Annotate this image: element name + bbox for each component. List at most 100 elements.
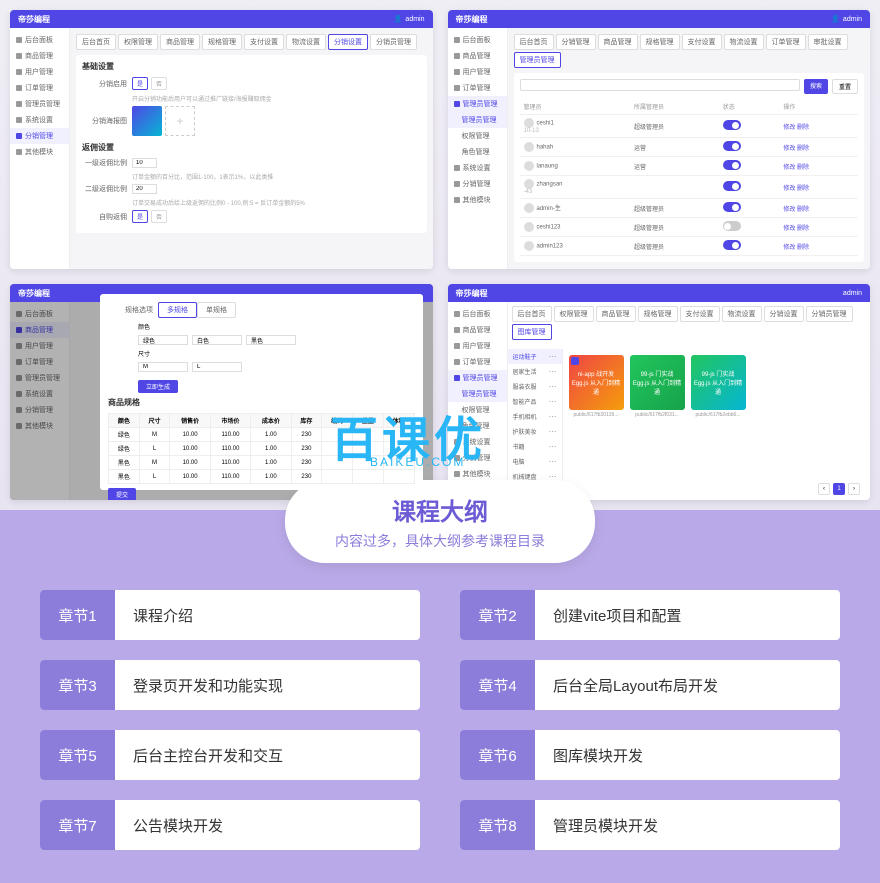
edit-icon[interactable]: ⋯ (549, 457, 557, 466)
category-item[interactable]: 电脑⋯ (508, 454, 562, 469)
delete-link[interactable]: 删除 (797, 165, 809, 171)
status-toggle[interactable] (723, 221, 741, 231)
sidebar-item[interactable]: 订单管理 (10, 354, 69, 370)
ratio-input[interactable] (132, 184, 157, 194)
page-next[interactable]: › (848, 483, 860, 495)
page-1[interactable]: 1 (833, 483, 845, 495)
sidebar-item[interactable]: 后台面板 (10, 32, 69, 48)
sidebar-item[interactable]: 管理员管理 (448, 370, 507, 386)
nav-tab[interactable]: 分销员管理 (806, 306, 853, 322)
edit-icon[interactable]: ⋯ (549, 352, 557, 361)
nav-tab[interactable]: 分销员管理 (370, 34, 417, 50)
tab-multi[interactable]: 多规格 (158, 302, 197, 318)
sidebar-item[interactable]: 系统设置 (10, 112, 69, 128)
delete-link[interactable]: 删除 (797, 245, 809, 251)
color-input[interactable] (246, 335, 296, 345)
size-input[interactable] (192, 362, 242, 372)
sidebar-item[interactable]: 系统设置 (10, 386, 69, 402)
nav-tab[interactable]: 规格管理 (640, 34, 680, 50)
nav-tab[interactable]: 审批设置 (808, 34, 848, 50)
sidebar-item[interactable]: 管理员管理 (10, 370, 69, 386)
sidebar-subitem[interactable]: 角色管理 (448, 144, 507, 160)
gallery-image[interactable]: ni-app 战开发Egg.js 从入门到精通 (569, 355, 624, 410)
status-toggle[interactable] (723, 120, 741, 130)
edit-icon[interactable]: ⋯ (549, 442, 557, 451)
category-item[interactable]: 居家生活⋯ (508, 364, 562, 379)
color-input[interactable] (192, 335, 242, 345)
nav-tab[interactable]: 商品管理 (596, 306, 636, 322)
nav-tab[interactable]: 管理员管理 (514, 52, 561, 68)
sidebar-item[interactable]: 订单管理 (10, 80, 69, 96)
gallery-item[interactable]: 99-js 门实战Egg.js 从入门到精通public/617fb2f031.… (630, 355, 685, 418)
status-toggle[interactable] (723, 202, 741, 212)
user-menu[interactable]: admin (843, 290, 862, 297)
status-toggle[interactable] (723, 141, 741, 151)
sidebar-item[interactable]: 后台面板 (10, 306, 69, 322)
sidebar-item[interactable]: 后台面板 (448, 306, 507, 322)
nav-tab[interactable]: 商品管理 (160, 34, 200, 50)
color-input[interactable] (138, 335, 188, 345)
radio-on[interactable]: 是 (132, 210, 148, 223)
sidebar-item[interactable]: 其他模块 (10, 144, 69, 160)
tab-single[interactable]: 单规格 (197, 302, 236, 318)
category-item[interactable]: 书籍⋯ (508, 439, 562, 454)
status-toggle[interactable] (723, 160, 741, 170)
nav-tab[interactable]: 规格管理 (638, 306, 678, 322)
nav-tab[interactable]: 物流设置 (286, 34, 326, 50)
category-item[interactable]: 运动鞋子⋯ (508, 349, 562, 364)
nav-tab[interactable]: 物流设置 (722, 306, 762, 322)
page-prev[interactable]: ‹ (818, 483, 830, 495)
nav-tab[interactable]: 分销设置 (764, 306, 804, 322)
category-item[interactable]: 服装衣服⋯ (508, 379, 562, 394)
sidebar-item[interactable]: 系统设置 (448, 434, 507, 450)
sidebar-item[interactable]: 分销管理 (448, 450, 507, 466)
sidebar-item[interactable]: 用户管理 (10, 64, 69, 80)
sidebar-item[interactable]: 用户管理 (10, 338, 69, 354)
nav-tab[interactable]: 订单管理 (766, 34, 806, 50)
sidebar-item[interactable]: 管理员管理 (448, 96, 507, 112)
nav-tab[interactable]: 支付设置 (680, 306, 720, 322)
delete-link[interactable]: 删除 (797, 125, 809, 131)
radio-on[interactable]: 是 (132, 77, 148, 90)
sidebar-item[interactable]: 分销管理 (448, 176, 507, 192)
sidebar-subitem[interactable]: 权限管理 (448, 128, 507, 144)
nav-tab[interactable]: 后台首页 (76, 34, 116, 50)
nav-tab[interactable]: 权限管理 (554, 306, 594, 322)
add-image-button[interactable]: + (165, 106, 195, 136)
edit-icon[interactable]: ⋯ (549, 397, 557, 406)
sidebar-item[interactable]: 订单管理 (448, 354, 507, 370)
status-toggle[interactable] (723, 240, 741, 250)
sidebar-item[interactable]: 用户管理 (448, 64, 507, 80)
sidebar-item[interactable]: 商品管理 (10, 322, 69, 338)
nav-tab[interactable]: 分销设置 (328, 34, 368, 50)
sidebar-item[interactable]: 其他模块 (448, 192, 507, 208)
radio-off[interactable]: 否 (151, 77, 167, 90)
nav-tab[interactable]: 物流设置 (724, 34, 764, 50)
gallery-item[interactable]: 99-js 门实战Egg.js 从入门到精通public/617fb2ebb6.… (691, 355, 746, 418)
submit-button[interactable]: 提交 (108, 488, 136, 500)
search-input[interactable] (520, 79, 800, 91)
chapter-item[interactable]: 章节6图库模块开发 (460, 730, 840, 780)
generate-button[interactable]: 立即生成 (138, 380, 178, 393)
nav-tab[interactable]: 支付设置 (244, 34, 284, 50)
edit-link[interactable]: 修改 (783, 125, 795, 131)
category-item[interactable]: 护肤美妆⋯ (508, 424, 562, 439)
sidebar-subitem[interactable]: 角色管理 (448, 418, 507, 434)
sidebar-subitem[interactable]: 管理员管理 (448, 386, 507, 402)
edit-link[interactable]: 修改 (783, 245, 795, 251)
nav-tab[interactable]: 支付设置 (682, 34, 722, 50)
user-menu[interactable]: 👤admin (394, 15, 425, 23)
sidebar-subitem[interactable]: 权限管理 (448, 402, 507, 418)
sidebar-item[interactable]: 后台面板 (448, 32, 507, 48)
search-button[interactable]: 搜索 (804, 79, 828, 94)
nav-tab[interactable]: 后台首页 (514, 34, 554, 50)
size-input[interactable] (138, 362, 188, 372)
delete-link[interactable]: 删除 (797, 226, 809, 232)
poster-thumb[interactable] (132, 106, 162, 136)
chapter-item[interactable]: 章节3登录页开发和功能实现 (40, 660, 420, 710)
sidebar-item[interactable]: 管理员管理 (10, 96, 69, 112)
sidebar-item[interactable]: 用户管理 (448, 338, 507, 354)
sidebar-item[interactable]: 分销管理 (10, 128, 69, 144)
ratio-input[interactable] (132, 158, 157, 168)
edit-link[interactable]: 修改 (783, 226, 795, 232)
